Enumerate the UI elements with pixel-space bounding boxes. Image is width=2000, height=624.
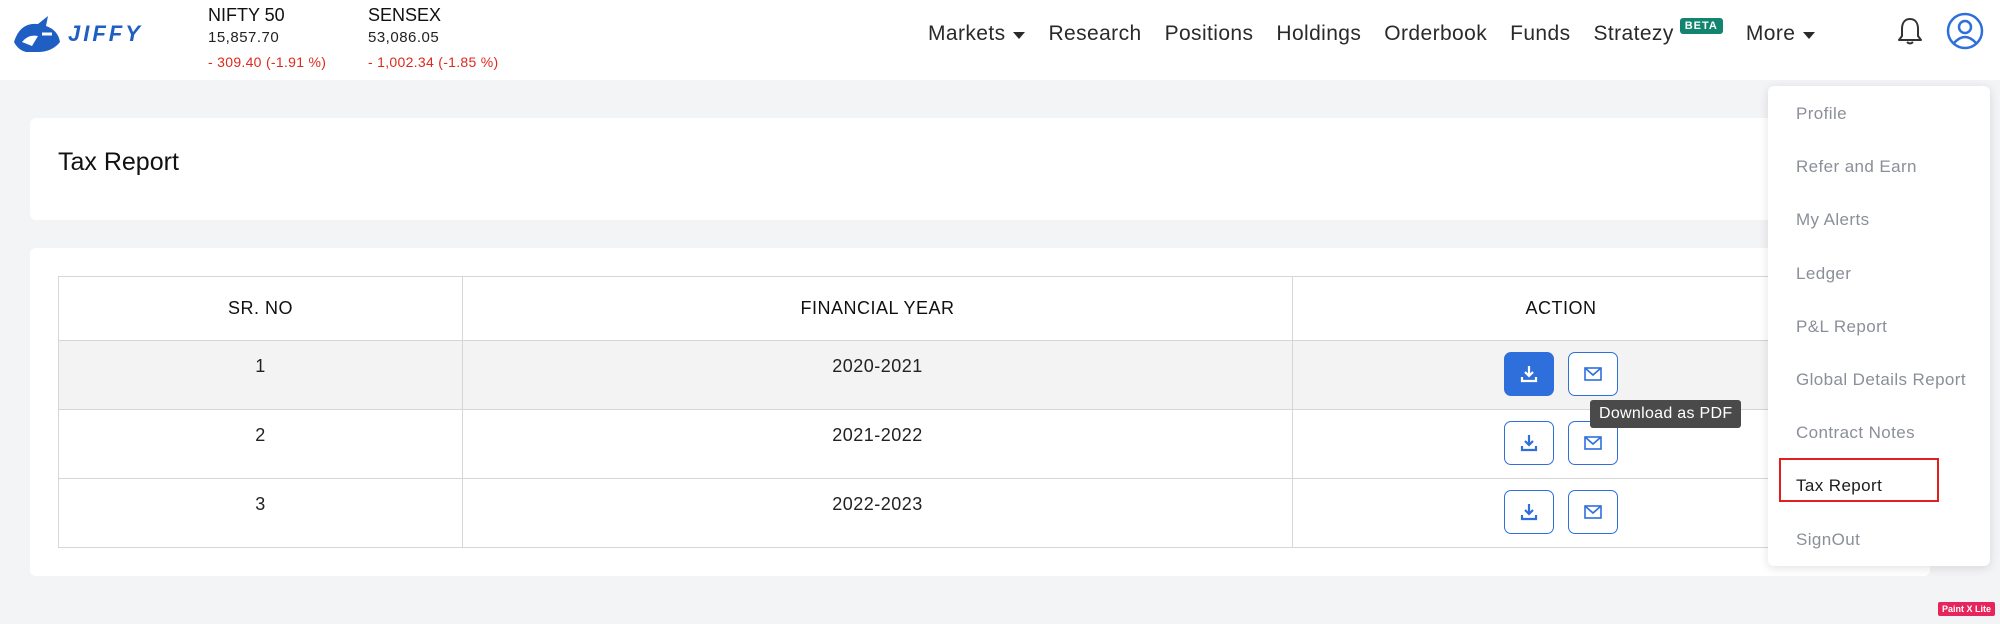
menu-item-profile[interactable]: Profile	[1796, 104, 1847, 124]
cell-sr-no: 3	[58, 478, 463, 548]
nav-more-label: More	[1745, 22, 1796, 45]
annotation-highlight-box	[1779, 458, 1939, 502]
cell-sr-no: 2	[58, 409, 463, 479]
index-sensex: SENSEX 53,086.05 - 1,002.34 (-1.85 %)	[368, 4, 499, 70]
menu-item-refer-and-earn[interactable]: Refer and Earn	[1796, 157, 1917, 177]
index-value: 15,857.70	[208, 29, 280, 46]
cell-sr-no: 1	[58, 340, 463, 410]
download-pdf-button[interactable]	[1504, 421, 1554, 465]
cell-action	[1292, 409, 1830, 479]
cell-action	[1292, 340, 1830, 410]
download-tooltip: Download as PDF	[1590, 400, 1742, 428]
index-name: NIFTY 50	[208, 5, 285, 25]
menu-item-ledger[interactable]: Ledger	[1796, 264, 1851, 284]
download-icon	[1520, 504, 1538, 521]
jiffy-logo-icon	[14, 16, 60, 52]
header-sr-no: SR. NO	[58, 276, 463, 341]
header-action: ACTION	[1292, 276, 1830, 341]
index-nifty: NIFTY 50 15,857.70 - 309.40 (-1.91 %)	[208, 4, 326, 70]
nav-funds[interactable]: Funds	[1510, 22, 1570, 46]
title-card: Tax Report	[30, 118, 1930, 220]
nav-orderbook[interactable]: Orderbook	[1384, 22, 1487, 46]
download-pdf-button[interactable]	[1504, 352, 1554, 396]
index-change: - 309.40 (-1.91 %)	[208, 54, 327, 70]
tax-report-table: SR. NO FINANCIAL YEAR ACTION 1 2020-2021	[58, 276, 1830, 548]
beta-badge: BETA	[1679, 18, 1723, 34]
cell-action	[1292, 478, 1830, 548]
main-nav: Markets Research Positions Holdings Orde…	[928, 18, 1838, 48]
email-button[interactable]	[1568, 490, 1618, 534]
nav-research[interactable]: Research	[1048, 22, 1141, 46]
mail-icon	[1584, 436, 1602, 450]
nav-stratezy-label: Stratezy	[1593, 22, 1674, 45]
download-icon	[1520, 435, 1538, 452]
table-row: 2 2021-2022	[58, 409, 1830, 479]
table-row: 1 2020-2021	[58, 340, 1830, 410]
index-change: - 1,002.34 (-1.85 %)	[368, 54, 499, 70]
cell-financial-year: 2022-2023	[462, 478, 1293, 548]
menu-item-global-details-report[interactable]: Global Details Report	[1796, 370, 1966, 390]
nav-holdings[interactable]: Holdings	[1276, 22, 1361, 46]
bell-icon[interactable]	[1896, 16, 1924, 46]
header-financial-year: FINANCIAL YEAR	[462, 276, 1293, 341]
watermark-badge: Paint X Lite	[1938, 602, 1996, 616]
menu-item-pl-report[interactable]: P&L Report	[1796, 317, 1887, 337]
index-value: 53,086.05	[368, 29, 440, 46]
mail-icon	[1584, 505, 1602, 519]
nav-markets-label: Markets	[928, 22, 1006, 45]
download-pdf-button[interactable]	[1504, 490, 1554, 534]
chevron-down-icon	[1013, 31, 1026, 39]
table-header-row: SR. NO FINANCIAL YEAR ACTION	[58, 276, 1830, 341]
brand-logo[interactable]: JIFFY	[8, 12, 143, 56]
cell-financial-year: 2021-2022	[462, 409, 1293, 479]
nav-stratezy[interactable]: Stratezy BETA	[1593, 18, 1723, 46]
menu-item-contract-notes[interactable]: Contract Notes	[1796, 423, 1915, 443]
menu-item-my-alerts[interactable]: My Alerts	[1796, 210, 1870, 230]
cell-financial-year: 2020-2021	[462, 340, 1293, 410]
nav-markets[interactable]: Markets	[928, 22, 1026, 46]
user-avatar-icon[interactable]	[1946, 12, 1984, 50]
chevron-down-icon	[1803, 31, 1816, 39]
top-header: JIFFY NIFTY 50 15,857.70 - 309.40 (-1.91…	[0, 0, 2000, 80]
menu-item-signout[interactable]: SignOut	[1796, 530, 1860, 550]
nav-positions[interactable]: Positions	[1165, 22, 1254, 46]
page-title: Tax Report	[58, 148, 179, 176]
table-row: 3 2022-2023	[58, 478, 1830, 548]
download-icon	[1520, 366, 1538, 383]
nav-more[interactable]: More	[1745, 22, 1816, 46]
index-name: SENSEX	[368, 5, 442, 25]
mail-icon	[1584, 367, 1602, 381]
email-button[interactable]	[1568, 352, 1618, 396]
brand-name: JIFFY	[68, 21, 143, 46]
